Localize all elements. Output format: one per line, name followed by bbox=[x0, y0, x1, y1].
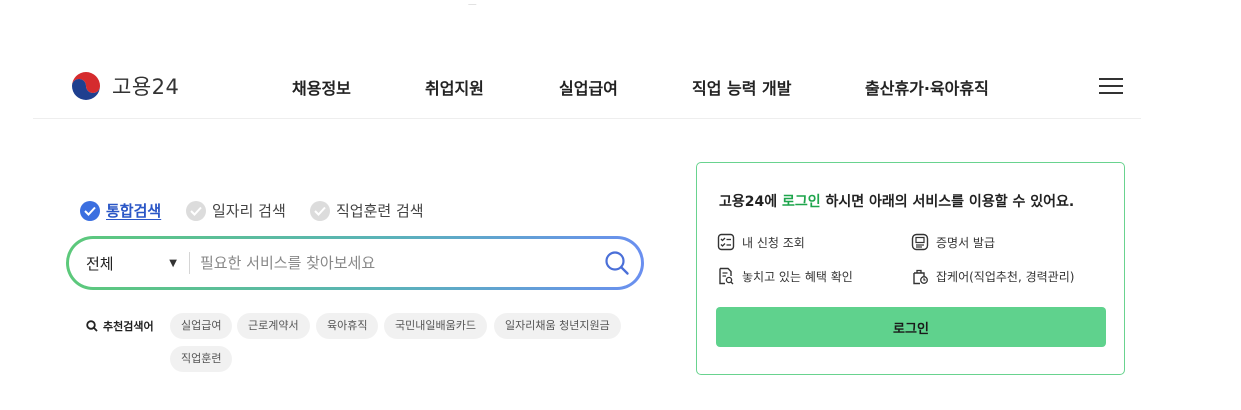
service-label: 증명서 발급 bbox=[936, 235, 996, 250]
login-button[interactable]: 로그인 bbox=[716, 307, 1106, 347]
service-my-applications[interactable]: 내 신청 조회 bbox=[717, 233, 805, 251]
category-select-value: 전체 bbox=[86, 254, 114, 273]
keyword-chip[interactable]: 실업급여 bbox=[170, 313, 233, 339]
login-panel: 고용24에 로그인 하시면 아래의 서비스를 이용할 수 있어요. 내 신청 조… bbox=[696, 162, 1125, 375]
checklist-icon bbox=[717, 233, 735, 251]
keyword-chip[interactable]: 국민내일배움카드 bbox=[384, 313, 487, 339]
check-icon bbox=[186, 200, 206, 221]
check-icon bbox=[80, 200, 100, 221]
caret-down-icon: ▼ bbox=[169, 257, 177, 269]
service-label: 내 신청 조회 bbox=[742, 235, 805, 250]
career-care-icon bbox=[913, 269, 928, 285]
login-message-highlight: 로그인 bbox=[782, 194, 821, 210]
nav-item-unemployment-benefit[interactable]: 실업급여 bbox=[559, 75, 618, 99]
service-jobcare[interactable]: 잡케어(직업추천, 경력관리) bbox=[911, 267, 1074, 285]
keyword-chip[interactable]: 육아휴직 bbox=[316, 313, 379, 339]
search-input[interactable] bbox=[190, 253, 593, 273]
logo-text: 고용24 bbox=[112, 75, 180, 99]
login-message: 고용24에 로그인 하시면 아래의 서비스를 이용할 수 있어요. bbox=[719, 191, 1074, 211]
tab-training-search[interactable]: 직업훈련 검색 bbox=[310, 200, 424, 221]
service-label: 잡케어(직업추천, 경력관리) bbox=[936, 269, 1075, 284]
login-message-pre: 고용24에 bbox=[719, 194, 782, 210]
check-icon bbox=[310, 200, 330, 221]
tab-label: 일자리 검색 bbox=[212, 202, 286, 220]
tab-job-search[interactable]: 일자리 검색 bbox=[186, 200, 286, 221]
recommended-label-text: 추천검색어 bbox=[103, 320, 154, 333]
recommended-keywords-label: 추천검색어 bbox=[86, 318, 154, 334]
document-search-icon bbox=[719, 267, 734, 285]
search-icon[interactable] bbox=[593, 243, 641, 283]
nav-item-employment-support[interactable]: 취업지원 bbox=[425, 75, 484, 99]
taegeuk-logo-icon bbox=[72, 72, 100, 100]
decorative-mark bbox=[467, 0, 481, 5]
service-missed-benefits[interactable]: 놓치고 있는 혜택 확인 bbox=[717, 267, 853, 285]
category-select[interactable]: 전체 ▼ bbox=[69, 253, 189, 274]
login-message-post: 하시면 아래의 서비스를 이용할 수 있어요. bbox=[820, 194, 1075, 210]
header-divider bbox=[33, 118, 1141, 119]
magnifier-icon bbox=[86, 320, 98, 332]
keyword-chip[interactable]: 직업훈련 bbox=[170, 346, 233, 372]
nav-item-vocational-training[interactable]: 직업 능력 개발 bbox=[692, 75, 791, 99]
hamburger-menu-icon[interactable] bbox=[1099, 78, 1123, 96]
site-logo[interactable]: 고용24 bbox=[68, 68, 179, 104]
keyword-chip[interactable]: 근로계약서 bbox=[237, 313, 310, 339]
keyword-chip[interactable]: 일자리채움 청년지원금 bbox=[494, 313, 621, 339]
tab-label: 통합검색 bbox=[106, 202, 162, 220]
search-box: 전체 ▼ bbox=[66, 236, 644, 290]
tab-label: 직업훈련 검색 bbox=[336, 202, 424, 220]
tab-integrated-search[interactable]: 통합검색 bbox=[80, 200, 161, 221]
printer-icon bbox=[911, 233, 929, 251]
service-certificate[interactable]: 증명서 발급 bbox=[911, 233, 995, 251]
service-label: 놓치고 있는 혜택 확인 bbox=[742, 269, 853, 284]
nav-item-jobs[interactable]: 채용정보 bbox=[292, 75, 351, 99]
nav-item-parental-leave[interactable]: 출산휴가·육아휴직 bbox=[865, 75, 989, 99]
